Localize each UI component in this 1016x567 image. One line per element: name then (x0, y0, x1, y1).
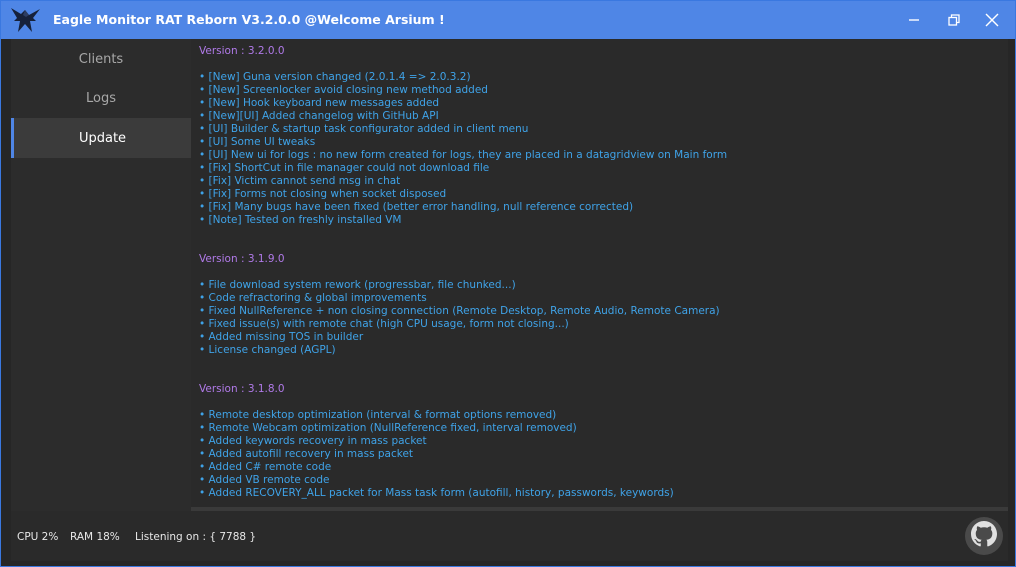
heading-spacer (199, 396, 727, 409)
ram-usage: RAM 18% (70, 531, 120, 543)
changelog-item: • Fixed NullReference + non closing conn… (199, 305, 720, 317)
sidebar-item-label: Update (78, 130, 127, 146)
changelog-item: • [New] Hook keyboard new messages added (199, 97, 440, 109)
cpu-usage: CPU 2% (17, 531, 59, 543)
sidebar-item-label: Logs (86, 90, 116, 106)
panel-divider (191, 507, 1008, 511)
changelog-item: • [Fix] ShortCut in file manager could n… (199, 162, 490, 174)
restore-icon (948, 14, 960, 26)
changelog-panel[interactable]: Version : 3.2.0.0 • [New] Guna version ch… (191, 39, 1008, 505)
minimize-button[interactable] (896, 5, 932, 35)
heading-spacer (199, 58, 727, 71)
version-heading: Version : 3.1.9.0 (199, 253, 285, 265)
heading-spacer (199, 266, 727, 279)
changelog-item: • [Fix] Victim cannot send msg in chat (199, 175, 401, 187)
github-icon (971, 521, 997, 551)
maximize-button[interactable] (936, 5, 972, 35)
changelog-item: • Added C# remote code (199, 461, 332, 473)
changelog-item: • Remote Webcam optimization (NullRefere… (199, 422, 577, 434)
close-button[interactable] (974, 5, 1010, 35)
changelog-item: • [New] Screenlocker avoid closing new m… (199, 84, 488, 96)
changelog-item: • File download system rework (progressb… (199, 279, 516, 291)
minimize-icon (908, 14, 920, 26)
changelog-content: Version : 3.2.0.0 • [New] Guna version ch… (199, 45, 727, 500)
changelog-item: • Fixed issue(s) with remote chat (high … (199, 318, 569, 330)
title-bar[interactable]: Eagle Monitor RAT Reborn V3.2.0.0 @Welco… (1, 1, 1015, 39)
eagle-icon (9, 5, 43, 35)
changelog-item: • Added RECOVERY_ALL packet for Mass tas… (199, 487, 674, 499)
version-spacer (199, 357, 727, 383)
changelog-item: • [New][UI] Added changelog with GitHub … (199, 110, 439, 122)
status-bar: CPU 2% RAM 18% Listening on : { 7788 } (11, 515, 1008, 561)
close-icon (985, 13, 999, 27)
sidebar-item-logs[interactable]: Logs (11, 78, 191, 118)
changelog-item: • [UI] Builder & startup task configurat… (199, 123, 529, 135)
version-heading: Version : 3.2.0.0 (199, 45, 285, 57)
changelog-item: • Code refractoring & global improvement… (199, 292, 427, 304)
app-window: Eagle Monitor RAT Reborn V3.2.0.0 @Welco… (0, 0, 1016, 567)
changelog-item: • [Fix] Forms not closing when socket di… (199, 188, 447, 200)
window-title: Eagle Monitor RAT Reborn V3.2.0.0 @Welco… (53, 12, 445, 27)
version-spacer (199, 227, 727, 253)
sidebar-item-update[interactable]: Update (11, 118, 191, 158)
listening-port: Listening on : { 7788 } (135, 531, 257, 543)
changelog-item: • Remote desktop optimization (interval … (199, 409, 557, 421)
changelog-item: • [Fix] Many bugs have been fixed (bette… (199, 201, 634, 213)
main-area: Clients Logs Update Version : 3.2.0.0 • [… (11, 39, 1008, 561)
changelog-item: • Added keywords recovery in mass packet (199, 435, 427, 447)
sidebar-item-label: Clients (78, 51, 124, 67)
changelog-item: • [UI] New ui for logs : no new form cre… (199, 149, 728, 161)
github-button[interactable] (965, 517, 1003, 555)
changelog-item: • Added missing TOS in builder (199, 331, 364, 343)
changelog-item: • License changed (AGPL) (199, 344, 336, 356)
changelog-item: • [New] Guna version changed (2.0.1.4 =>… (199, 71, 471, 83)
sidebar: Clients Logs Update (11, 39, 191, 511)
changelog-item: • [Note] Tested on freshly installed VM (199, 214, 402, 226)
changelog-item: • [UI] Some UI tweaks (199, 136, 316, 148)
changelog-item: • Added VB remote code (199, 474, 330, 486)
changelog-item: • Added autofill recovery in mass packet (199, 448, 414, 460)
sidebar-item-clients[interactable]: Clients (11, 39, 191, 79)
version-heading: Version : 3.1.8.0 (199, 383, 285, 395)
